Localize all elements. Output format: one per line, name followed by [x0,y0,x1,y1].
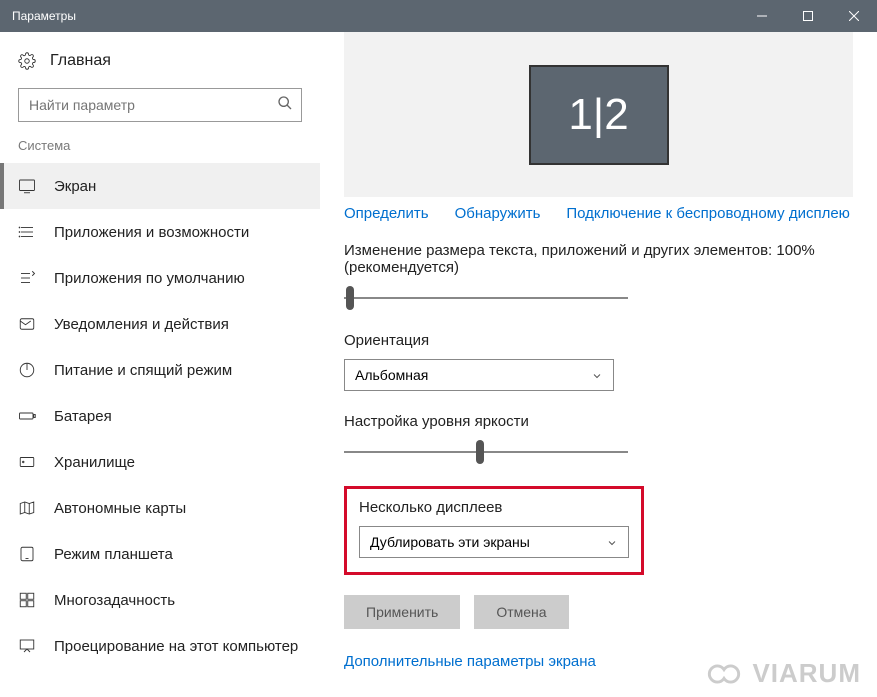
sidebar-item-power[interactable]: Питание и спящий режим [0,347,320,393]
maps-icon [18,499,36,517]
projecting-icon [18,637,36,655]
sidebar-item-maps[interactable]: Автономные карты [0,485,320,531]
apply-button[interactable]: Применить [344,595,460,629]
sidebar-item-label: Режим планшета [54,546,173,563]
power-icon [18,361,36,379]
sidebar-item-apps[interactable]: Приложения и возможности [0,209,320,255]
orientation-value: Альбомная [355,367,428,383]
sidebar-item-label: Автономные карты [54,500,186,517]
apps-icon [18,223,36,241]
multitask-icon [18,591,36,609]
brightness-label: Настройка уровня яркости [344,413,853,430]
watermark: VIARUM [702,658,861,689]
sidebar-item-label: Экран [54,178,96,195]
sidebar: Главная Система Экран Приложения и возмо… [0,32,320,697]
display-icon [18,177,36,195]
sidebar-item-projecting[interactable]: Проецирование на этот компьютер [0,623,320,669]
chevron-down-icon [606,536,618,548]
sidebar-item-battery[interactable]: Батарея [0,393,320,439]
brightness-slider[interactable] [344,440,628,464]
monitor-preview[interactable]: 1|2 [344,32,853,197]
sidebar-item-storage[interactable]: Хранилище [0,439,320,485]
display-links: Определить Обнаружить Подключение к бесп… [344,205,853,222]
wireless-link[interactable]: Подключение к беспроводному дисплею [566,205,850,222]
maximize-button[interactable] [785,0,831,32]
notifications-icon [18,315,36,333]
window-title: Параметры [12,9,76,23]
default-apps-icon [18,269,36,287]
section-label: Система [0,138,320,163]
multidisplay-highlight: Несколько дисплеев Дублировать эти экран… [344,486,644,575]
tablet-icon [18,545,36,563]
monitor-box[interactable]: 1|2 [529,65,669,165]
chevron-down-icon [591,369,603,381]
storage-icon [18,453,36,471]
orientation-dropdown[interactable]: Альбомная [344,359,614,391]
sidebar-item-multitask[interactable]: Многозадачность [0,577,320,623]
sidebar-item-display[interactable]: Экран [0,163,320,209]
sidebar-item-label: Проецирование на этот компьютер [54,638,298,655]
sidebar-item-default-apps[interactable]: Приложения по умолчанию [0,255,320,301]
scale-slider[interactable] [344,286,628,310]
search-input[interactable] [29,97,277,113]
orientation-label: Ориентация [344,332,853,349]
advanced-settings-link[interactable]: Дополнительные параметры экрана [344,653,596,670]
sidebar-item-label: Питание и спящий режим [54,362,232,379]
sidebar-item-label: Батарея [54,408,112,425]
sidebar-item-label: Приложения по умолчанию [54,270,245,287]
sidebar-item-tablet[interactable]: Режим планшета [0,531,320,577]
sidebar-item-label: Хранилище [54,454,135,471]
sidebar-item-label: Приложения и возможности [54,224,249,241]
minimize-button[interactable] [739,0,785,32]
scale-label: Изменение размера текста, приложений и д… [344,242,853,276]
home-row[interactable]: Главная [0,46,320,84]
cancel-button[interactable]: Отмена [474,595,568,629]
close-button[interactable] [831,0,877,32]
detect-link[interactable]: Обнаружить [455,205,541,222]
identify-link[interactable]: Определить [344,205,429,222]
main-panel: 1|2 Определить Обнаружить Подключение к … [320,32,877,697]
multidisplay-dropdown[interactable]: Дублировать эти экраны [359,526,629,558]
battery-icon [18,407,36,425]
sidebar-item-notifications[interactable]: Уведомления и действия [0,301,320,347]
gear-icon [18,52,36,70]
home-label: Главная [50,52,111,70]
titlebar: Параметры [0,0,877,32]
sidebar-item-label: Многозадачность [54,592,175,609]
multidisplay-value: Дублировать эти экраны [370,534,530,550]
multidisplay-label: Несколько дисплеев [359,499,629,516]
sidebar-item-label: Уведомления и действия [54,316,229,333]
search-icon [277,95,293,116]
search-input-container[interactable] [18,88,302,122]
